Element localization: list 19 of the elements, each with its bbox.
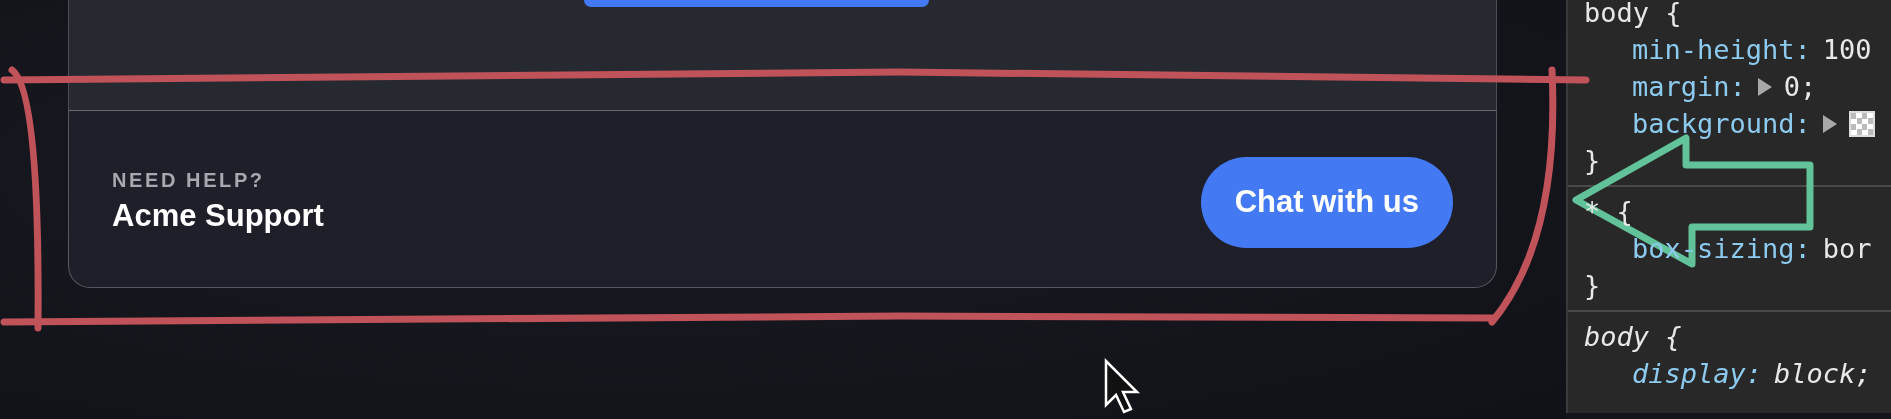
css-property: min-height: <box>1632 33 1811 67</box>
css-property: margin: <box>1632 70 1746 104</box>
css-value: 0; <box>1783 70 1817 104</box>
css-value: bor <box>1822 232 1872 266</box>
css-brace: } <box>1584 269 1601 303</box>
css-brace: } <box>1584 144 1601 178</box>
support-title: Acme Support <box>112 197 324 234</box>
css-value: 100 <box>1822 33 1872 67</box>
eyebrow-label: NEED HELP? <box>112 168 266 192</box>
css-selector: body { <box>1584 0 1682 30</box>
expand-triangle-icon[interactable] <box>1822 114 1837 133</box>
css-property: display: <box>1632 357 1763 391</box>
css-value: block; <box>1774 357 1872 391</box>
mouse-pointer-icon <box>1104 358 1140 414</box>
color-swatch[interactable] <box>1848 110 1875 137</box>
css-property: background: <box>1632 107 1811 141</box>
chat-button[interactable]: Chat with us <box>1200 156 1453 248</box>
expand-triangle-icon[interactable] <box>1757 77 1772 96</box>
css-selector: body { <box>1584 320 1682 354</box>
